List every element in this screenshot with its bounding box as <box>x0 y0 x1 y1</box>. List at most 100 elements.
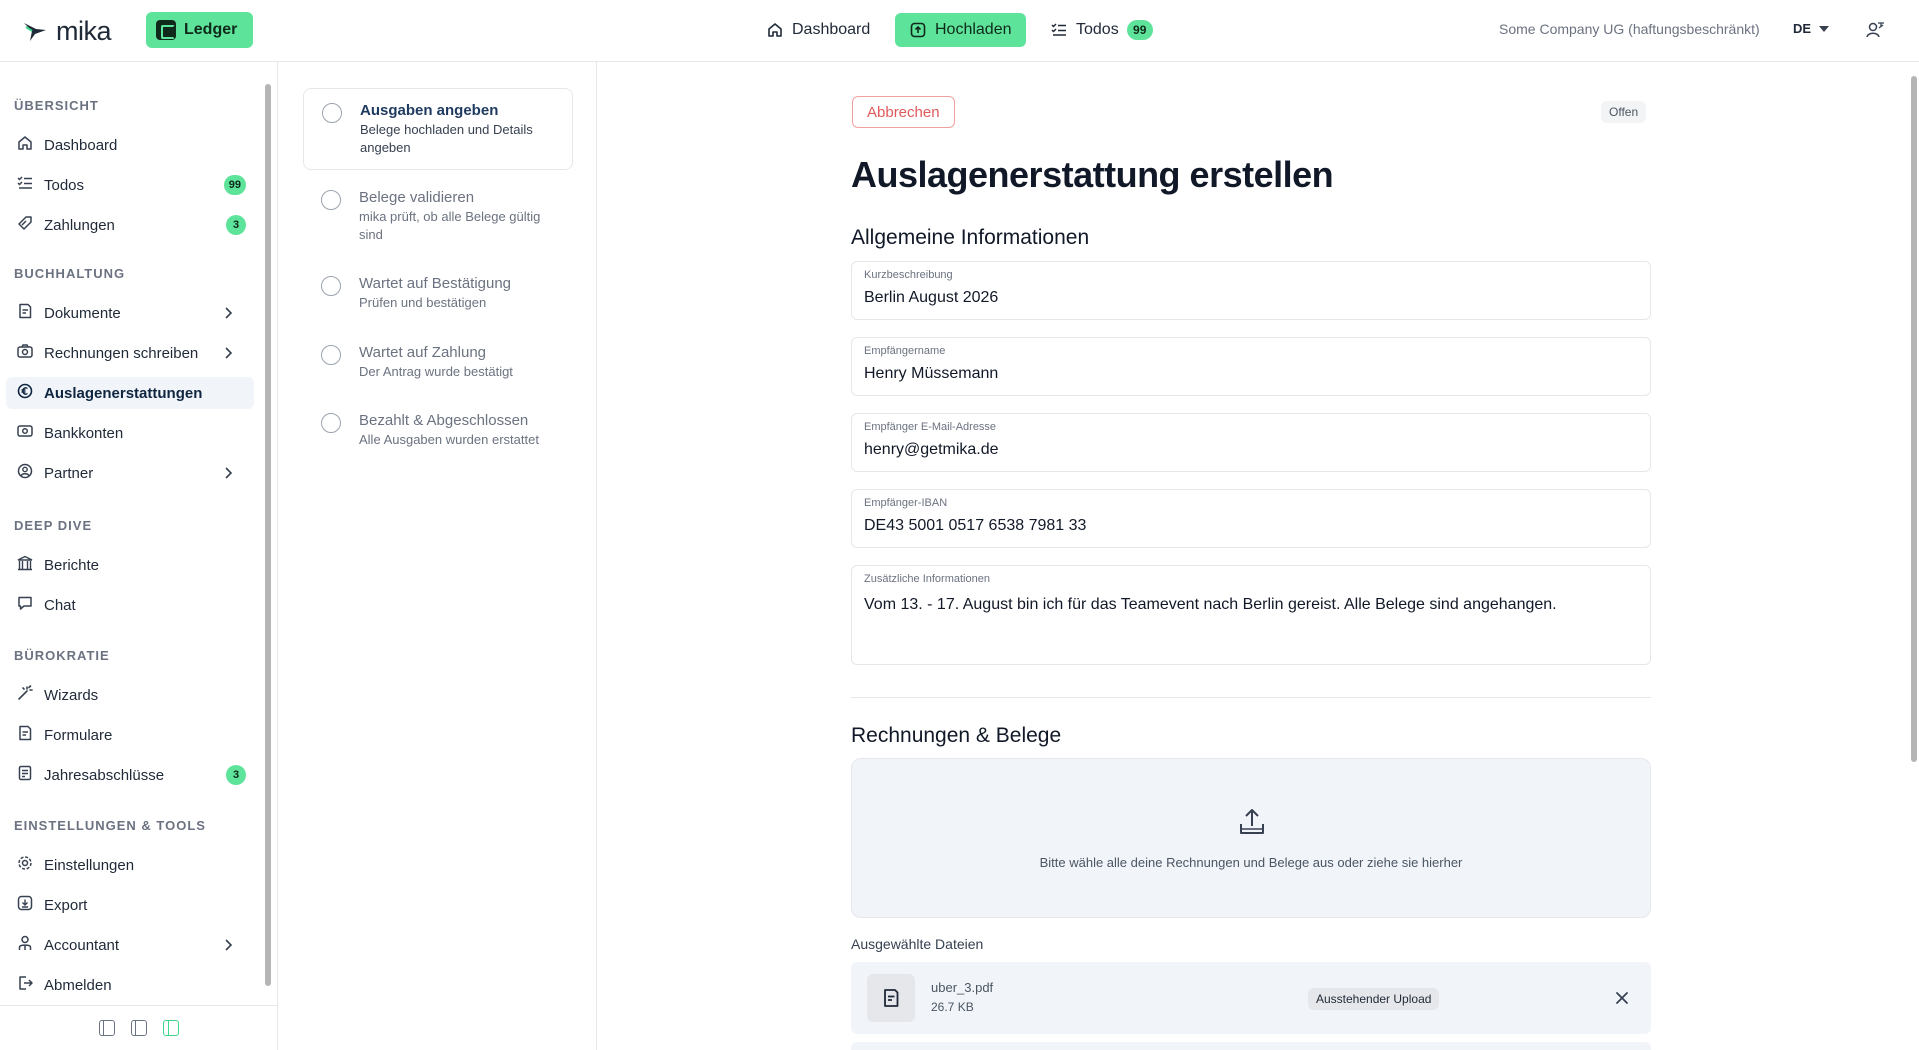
step-ausgaben-angeben[interactable]: Ausgaben angeben Belege hochladen und De… <box>303 88 573 170</box>
step-title: Belege validieren <box>359 189 475 206</box>
progress-steps: Ausgaben angeben Belege hochladen und De… <box>279 62 597 1050</box>
sidebar-item-berichte[interactable]: Berichte <box>6 549 254 581</box>
short-description-field[interactable]: Kurzbeschreibung Berlin August 2026 <box>851 261 1651 320</box>
camera-icon <box>16 342 34 364</box>
step-title: Bezahlt & Abgeschlossen <box>359 412 529 429</box>
dropzone-text: Bitte wähle alle deine Rechnungen und Be… <box>1039 855 1463 870</box>
step-title: Ausgaben angeben <box>360 102 499 119</box>
company-name[interactable]: Some Company UG (haftungsbeschränkt) <box>1499 21 1760 37</box>
additional-info-field[interactable]: Zusätzliche Informationen Vom 13. - 17. … <box>851 565 1651 665</box>
field-label: Empfänger-IBAN <box>864 497 948 509</box>
step-wartet-auf-zahlung[interactable]: Wartet auf Zahlung Der Antrag wurde best… <box>303 331 573 393</box>
sidebar-item-abmelden[interactable]: Abmelden <box>6 969 254 1001</box>
field-label: Zusätzliche Informationen <box>864 573 990 585</box>
page-title: Auslagenerstattung erstellen <box>851 154 1334 195</box>
step-bezahlt-abgeschlossen[interactable]: Bezahlt & Abgeschlossen Alle Ausgaben wu… <box>303 399 573 461</box>
home-icon <box>766 21 784 39</box>
layout-compact-icon[interactable] <box>99 1020 115 1036</box>
upload-icon <box>909 21 927 39</box>
sidebar-item-zahlungen[interactable]: Zahlungen 3 <box>6 209 254 241</box>
topnav-todos[interactable]: Todos 99 <box>1036 13 1167 47</box>
chevron-right-icon <box>224 938 234 956</box>
main-scrollbar-thumb[interactable] <box>1911 76 1917 762</box>
topnav-hochladen[interactable]: Hochladen <box>895 13 1026 47</box>
sidebar-item-partner[interactable]: Partner <box>6 457 254 489</box>
recipient-iban-field[interactable]: Empfänger-IBAN DE43 5001 0517 6538 7981 … <box>851 489 1651 548</box>
sidebar-item-bankkonten[interactable]: Bankkonten <box>6 417 254 449</box>
file-name: uber_3.pdf <box>931 980 994 995</box>
topnav-dashboard[interactable]: Dashboard <box>752 13 884 47</box>
field-value[interactable]: Berlin August 2026 <box>864 287 1638 309</box>
wand-icon <box>16 684 34 706</box>
gear-icon <box>16 854 34 876</box>
sidebar-item-wizards[interactable]: Wizards <box>6 679 254 711</box>
section-deep-dive: DEEP DIVE <box>14 518 93 533</box>
download-icon <box>16 894 34 916</box>
upload-dropzone[interactable]: Bitte wähle alle deine Rechnungen und Be… <box>851 758 1651 918</box>
sidebar-item-label: Auslagenerstattungen <box>44 384 203 402</box>
file-size: 26.7 KB <box>931 1000 974 1014</box>
recipient-email-field[interactable]: Empfänger E-Mail-Adresse henry@getmika.d… <box>851 413 1651 472</box>
sidebar: ÜBERSICHT Dashboard Todos 99 Zahlungen 3… <box>0 62 278 1050</box>
sidebar-scrollbar-thumb[interactable] <box>265 84 271 986</box>
sidebar-item-label: Formulare <box>44 726 113 744</box>
todos-count-badge: 99 <box>1126 20 1153 40</box>
step-belege-validieren[interactable]: Belege validieren mika prüft, ob alle Be… <box>303 176 573 256</box>
language-selector[interactable]: DE <box>1793 21 1830 36</box>
sidebar-item-jahresabschluesse[interactable]: Jahresabschlüsse 3 <box>6 759 254 791</box>
step-circle-icon <box>321 276 341 296</box>
caret-down-icon <box>1819 25 1830 32</box>
sidebar-item-export[interactable]: Export <box>6 889 254 921</box>
field-value[interactable]: henry@getmika.de <box>864 439 1638 461</box>
sidebar-item-label: Abmelden <box>44 976 112 994</box>
chevron-right-icon <box>224 466 234 484</box>
sidebar-scrollbar[interactable] <box>264 74 272 994</box>
user-icon <box>16 934 34 956</box>
form-icon <box>16 724 34 746</box>
sidebar-item-label: Berichte <box>44 556 100 574</box>
layout-wide-icon[interactable] <box>163 1020 179 1036</box>
section-uebersicht: ÜBERSICHT <box>14 98 99 113</box>
sidebar-item-chat[interactable]: Chat <box>6 589 254 621</box>
sidebar-item-todos[interactable]: Todos 99 <box>6 169 254 201</box>
building-icon <box>16 554 34 576</box>
logo-text: mika <box>56 16 112 46</box>
sidebar-item-label: Partner <box>44 464 94 482</box>
field-value[interactable]: DE43 5001 0517 6538 7981 33 <box>864 515 1638 537</box>
sidebar-item-dokumente[interactable]: Dokumente <box>6 297 254 329</box>
zahlungen-badge: 3 <box>226 215 246 235</box>
jahresabschluesse-badge: 3 <box>226 765 246 785</box>
field-label: Empfänger E-Mail-Adresse <box>864 421 997 433</box>
top-bar: mika Ledger Dashboard Hochladen Todos 99… <box>0 0 1919 62</box>
sidebar-item-dashboard[interactable]: Dashboard <box>6 129 254 161</box>
sidebar-item-accountant[interactable]: Accountant <box>6 929 254 961</box>
sidebar-item-label: Wizards <box>44 686 99 704</box>
layout-switcher <box>0 1005 278 1050</box>
field-value[interactable]: Henry Müssemann <box>864 363 1638 385</box>
file-document-icon <box>867 974 915 1022</box>
main-scrollbar[interactable] <box>1908 62 1919 1050</box>
language-label: DE <box>1793 21 1812 36</box>
divider <box>851 697 1651 698</box>
user-translate-icon[interactable] <box>1865 20 1885 45</box>
money-icon <box>16 422 34 444</box>
step-title: Wartet auf Zahlung <box>359 344 487 361</box>
sidebar-item-formulare[interactable]: Formulare <box>6 719 254 751</box>
recipient-name-field[interactable]: Empfängername Henry Müssemann <box>851 337 1651 396</box>
topnav-hochladen-label: Hochladen <box>935 21 1012 38</box>
sidebar-item-rechnungen-schreiben[interactable]: Rechnungen schreiben <box>6 337 254 369</box>
step-desc: Der Antrag wurde bestätigt <box>359 364 513 379</box>
file-row <box>851 1042 1651 1050</box>
layout-sidebar-icon[interactable] <box>131 1020 147 1036</box>
sidebar-item-einstellungen[interactable]: Einstellungen <box>6 849 254 881</box>
sidebar-item-label: Jahresabschlüsse <box>44 766 165 784</box>
mika-logo[interactable]: mika <box>22 16 112 47</box>
cancel-button[interactable]: Abbrechen <box>852 96 955 128</box>
step-wartet-auf-bestaetigung[interactable]: Wartet auf Bestätigung Prüfen und bestät… <box>303 262 573 324</box>
step-circle-icon <box>321 345 341 365</box>
field-value[interactable]: Vom 13. - 17. August bin ich für das Tea… <box>864 594 1638 616</box>
close-icon[interactable] <box>1614 990 1630 1011</box>
logout-icon <box>16 974 34 996</box>
sidebar-item-auslagenerstattungen[interactable]: Auslagenerstattungen <box>6 377 254 409</box>
ledger-button[interactable]: Ledger <box>146 12 254 48</box>
